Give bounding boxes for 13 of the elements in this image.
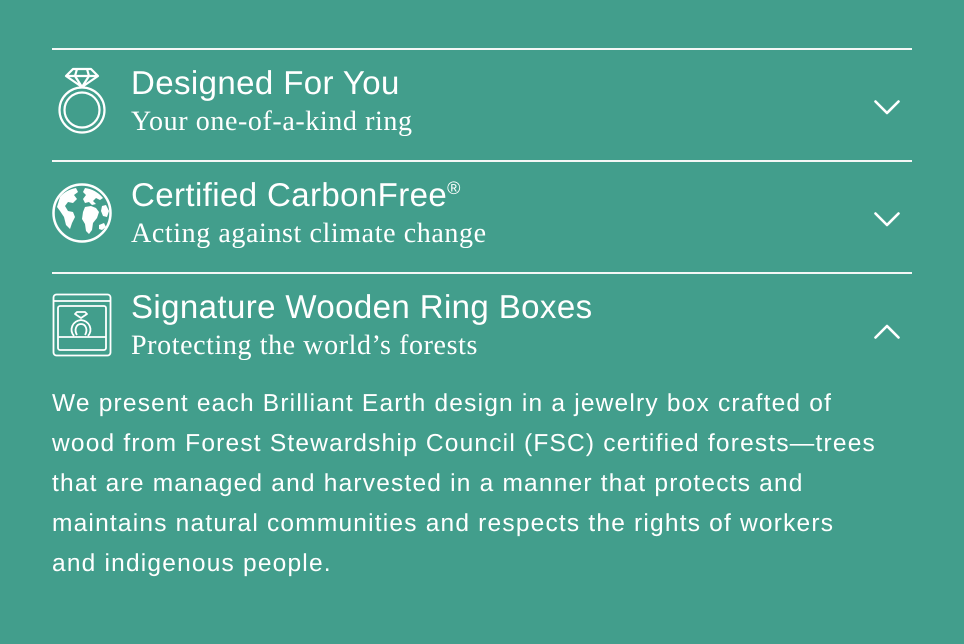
ring-box-icon [52, 293, 112, 357]
section-subtitle: Your one-of-a-kind ring [131, 106, 413, 138]
globe-icon [52, 183, 112, 243]
section-subtitle: Acting against climate change [131, 218, 487, 250]
section-title[interactable]: Signature Wooden Ring Boxes [131, 288, 592, 326]
section-subtitle: Protecting the world’s forests [131, 330, 478, 362]
chevron-down-icon[interactable] [874, 212, 900, 226]
section-description: We present each Brilliant Earth design in a jewelry box crafted of wood from Forest Stewardship Council (FSC) certified forests—trees that are managed and harvested in a manner that protects and maintains natural communities and respects the rights of workers and indigenous people. [52, 389, 877, 579]
section-title[interactable]: Designed For You [131, 64, 400, 102]
chevron-up-icon[interactable] [874, 324, 900, 338]
section-title[interactable]: Certified CarbonFree$^{®}$ [131, 176, 461, 214]
ring-icon [58, 67, 106, 135]
chevron-down-icon[interactable] [874, 100, 900, 114]
